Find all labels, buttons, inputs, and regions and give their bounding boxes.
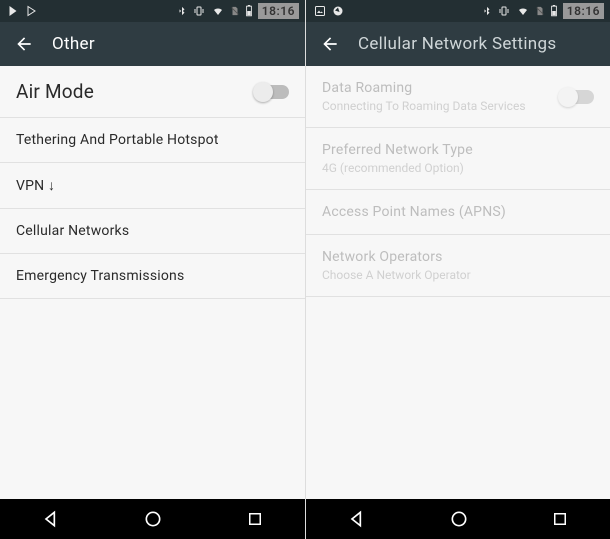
row-label: Access Point Names (APNS): [322, 204, 594, 220]
row-label: Air Mode: [16, 80, 255, 103]
phone-left: 18:16 Other Air Mode Tethering And Porta…: [0, 0, 305, 539]
air-mode-toggle[interactable]: [255, 85, 289, 99]
vibrate-icon: [497, 5, 511, 17]
screenshot-icon: [314, 5, 326, 17]
app-bar: Other: [0, 22, 305, 66]
battery-icon: [550, 5, 558, 17]
location-icon: [332, 5, 344, 17]
back-button[interactable]: [14, 34, 34, 54]
row-label: Tethering And Portable Hotspot: [16, 132, 289, 148]
settings-list: Data Roaming Connecting To Roaming Data …: [306, 66, 610, 499]
row-preferred-network[interactable]: Preferred Network Type 4G (recommended O…: [306, 128, 610, 190]
nav-bar: [0, 499, 305, 539]
row-apn[interactable]: Access Point Names (APNS): [306, 190, 610, 235]
back-button[interactable]: [320, 34, 340, 54]
status-clock: 18:16: [258, 3, 299, 19]
wifi-icon: [516, 5, 530, 17]
wifi-icon: [211, 5, 225, 17]
row-emergency[interactable]: Emergency Transmissions: [0, 254, 305, 299]
row-label: Network Operators: [322, 249, 594, 265]
nav-back-button[interactable]: [347, 509, 367, 529]
row-label: Data Roaming: [322, 80, 560, 96]
nav-bar: [306, 499, 610, 539]
row-sublabel: Choose A Network Operator: [322, 268, 594, 282]
row-data-roaming[interactable]: Data Roaming Connecting To Roaming Data …: [306, 66, 610, 128]
vibrate-icon: [192, 5, 206, 17]
row-vpn[interactable]: VPN ↓: [0, 163, 305, 209]
status-clock: 18:16: [563, 3, 604, 19]
row-tethering[interactable]: Tethering And Portable Hotspot: [0, 118, 305, 163]
play-store-icon: [8, 5, 20, 17]
row-label: Emergency Transmissions: [16, 268, 289, 284]
battery-icon: [245, 5, 253, 17]
row-sublabel: 4G (recommended Option): [322, 161, 594, 175]
phone-right: 18:16 Cellular Network Settings Data Roa…: [305, 0, 610, 539]
nav-home-button[interactable]: [143, 509, 163, 529]
app-bar: Cellular Network Settings: [306, 22, 610, 66]
row-network-operators[interactable]: Network Operators Choose A Network Opera…: [306, 235, 610, 297]
no-sim-icon: [230, 5, 240, 17]
settings-list: Air Mode Tethering And Portable Hotspot …: [0, 66, 305, 499]
nav-home-button[interactable]: [449, 509, 469, 529]
status-bar: 18:16: [0, 0, 305, 22]
status-bar: 18:16: [306, 0, 610, 22]
page-title: Cellular Network Settings: [358, 34, 556, 54]
row-label: VPN ↓: [16, 177, 289, 194]
bluetooth-icon: [177, 5, 187, 17]
no-sim-icon: [535, 5, 545, 17]
data-roaming-toggle[interactable]: [560, 90, 594, 104]
row-label: Preferred Network Type: [322, 142, 594, 158]
row-label: Cellular Networks: [16, 223, 289, 239]
nav-recent-button[interactable]: [246, 510, 264, 528]
nav-recent-button[interactable]: [551, 510, 569, 528]
row-cellular-networks[interactable]: Cellular Networks: [0, 209, 305, 254]
play-outline-icon: [26, 5, 38, 17]
row-sublabel: Connecting To Roaming Data Services: [322, 99, 560, 113]
nav-back-button[interactable]: [41, 509, 61, 529]
row-air-mode[interactable]: Air Mode: [0, 66, 305, 118]
bluetooth-icon: [482, 5, 492, 17]
page-title: Other: [52, 34, 95, 54]
